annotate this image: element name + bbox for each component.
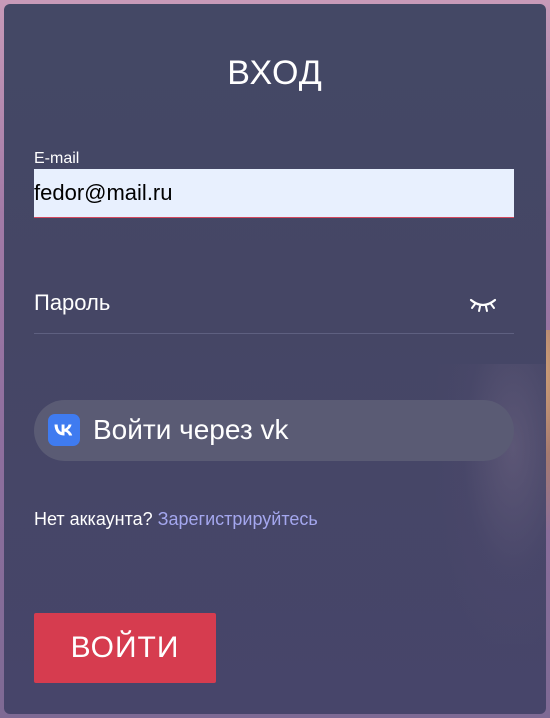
vk-logo-icon [48, 414, 80, 446]
signup-prompt: Нет аккаунта? Зарегистрируйтесь [34, 508, 318, 530]
email-label: E-mail [34, 150, 80, 167]
register-link[interactable]: Зарегистрируйтесь [158, 509, 318, 529]
form-title: ВХОД [227, 54, 323, 92]
password-input[interactable] [34, 274, 454, 332]
login-button[interactable]: ВОЙТИ [34, 613, 216, 683]
vk-login-label: Войти через vk [93, 414, 289, 445]
password-field [34, 274, 514, 334]
login-card: ВХОД E-mail Войти через vk Нет аккаунта?… [4, 4, 546, 714]
vk-login-button[interactable]: Войти через vk [34, 400, 514, 461]
email-input[interactable] [34, 169, 514, 218]
eye-closed-icon[interactable] [468, 294, 498, 314]
signup-prompt-text: Нет аккаунта? [34, 509, 153, 529]
